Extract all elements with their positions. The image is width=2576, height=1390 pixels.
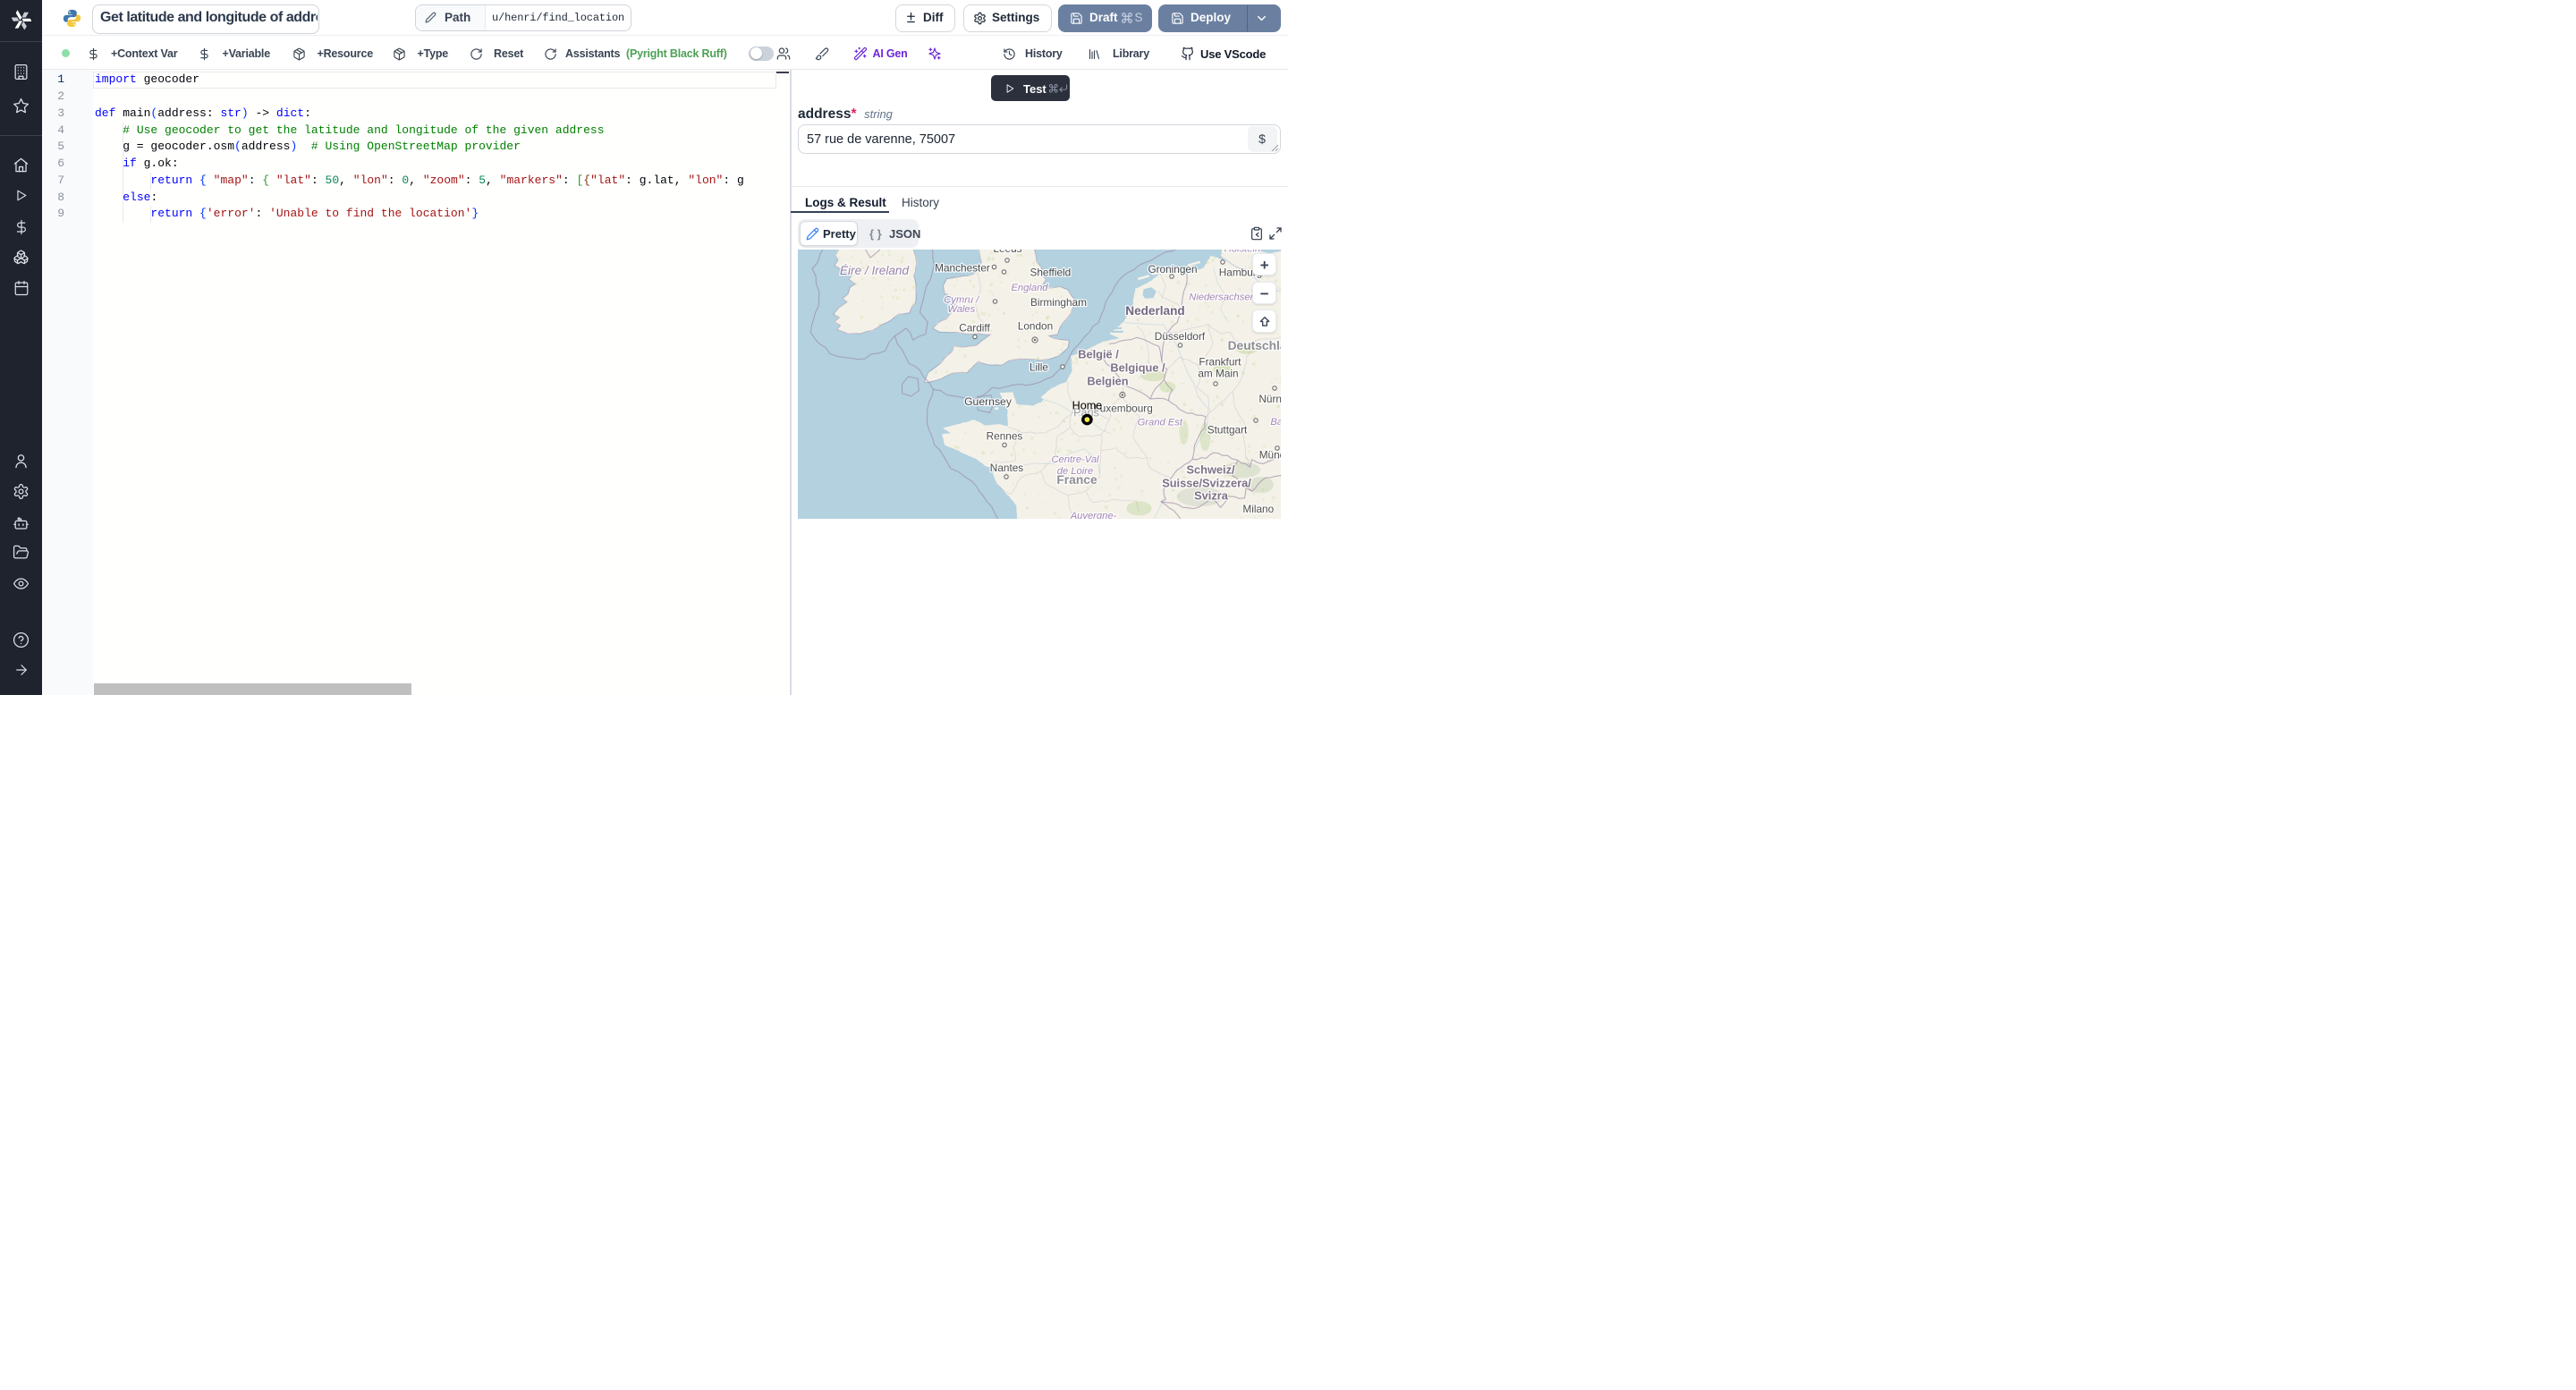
- svg-text:Belgien: Belgien: [1087, 375, 1128, 388]
- svg-text:Luxembourg: Luxembourg: [1094, 403, 1153, 415]
- svg-text:Niedersachsen: Niedersachsen: [1189, 292, 1256, 303]
- svg-text:Belgique /: Belgique /: [1110, 361, 1165, 375]
- svg-text:Nantes: Nantes: [990, 462, 1023, 474]
- svg-text:Nürnberg: Nürnberg: [1258, 393, 1281, 405]
- svg-text:Sheffield: Sheffield: [1030, 267, 1072, 279]
- svg-text:Suisse/Svizzera/: Suisse/Svizzera/: [1162, 477, 1251, 490]
- svg-text:Nederland: Nederland: [1125, 304, 1184, 318]
- svg-text:Milano: Milano: [1242, 503, 1274, 515]
- svg-text:Schweiz/: Schweiz/: [1186, 463, 1234, 477]
- svg-text:Groningen: Groningen: [1148, 263, 1197, 275]
- svg-text:London: London: [1018, 320, 1053, 333]
- svg-text:France: France: [1056, 473, 1097, 487]
- svg-text:Rennes: Rennes: [987, 429, 1023, 442]
- svg-text:Deutschland: Deutschland: [1228, 339, 1281, 352]
- svg-text:Manchester: Manchester: [935, 262, 990, 275]
- svg-text:Éire / Ireland: Éire / Ireland: [840, 264, 910, 277]
- svg-text:Wales: Wales: [947, 304, 975, 315]
- svg-text:Düsseldorf: Düsseldorf: [1155, 330, 1206, 343]
- svg-text:Bay: Bay: [1270, 417, 1281, 428]
- svg-text:Stuttgart: Stuttgart: [1208, 423, 1248, 436]
- svg-text:Centre-Val: Centre-Val: [1051, 454, 1099, 465]
- svg-text:Lille: Lille: [1030, 361, 1048, 374]
- svg-text:Grand Est: Grand Est: [1138, 417, 1183, 428]
- svg-text:Cardiff: Cardiff: [959, 322, 990, 335]
- svg-text:Frankfurt: Frankfurt: [1199, 356, 1241, 369]
- svg-text:Leeds: Leeds: [993, 250, 1021, 255]
- svg-text:Svizra: Svizra: [1194, 489, 1229, 503]
- svg-text:Auvergne-: Auvergne-: [1070, 511, 1117, 519]
- svg-text:Home: Home: [1072, 400, 1103, 412]
- svg-text:Birmingham: Birmingham: [1030, 296, 1087, 309]
- svg-text:Guernsey: Guernsey: [964, 395, 1013, 408]
- svg-text:England: England: [1011, 283, 1048, 293]
- svg-text:België /: België /: [1078, 348, 1119, 361]
- svg-text:am Main: am Main: [1198, 368, 1238, 380]
